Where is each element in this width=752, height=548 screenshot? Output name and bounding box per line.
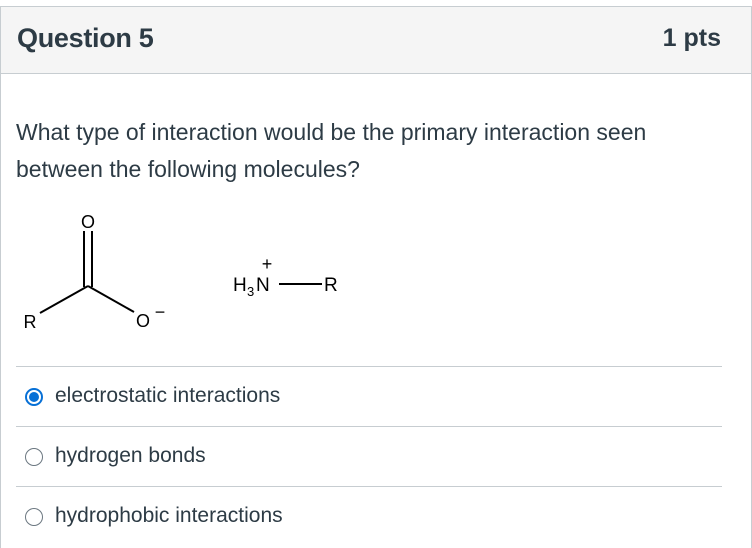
answer-label[interactable]: electrostatic interactions — [55, 384, 280, 408]
question-header: Question 5 1 pts — [1, 7, 751, 74]
oxygen-label: O — [81, 212, 95, 232]
answer-list: electrostatic interactions hydrogen bond… — [16, 366, 722, 546]
nitrogen-label: N — [256, 275, 270, 296]
radio-unselected-icon[interactable] — [25, 508, 43, 526]
negative-charge: − — [155, 302, 166, 322]
answer-option-hydrogen-bonds[interactable]: hydrogen bonds — [16, 426, 722, 486]
carboxylate-molecule: O R O − — [24, 212, 166, 332]
answer-option-hydrophobic[interactable]: hydrophobic interactions — [16, 486, 722, 546]
answer-label[interactable]: hydrogen bonds — [55, 444, 206, 468]
radio-selected-icon[interactable] — [25, 388, 43, 406]
oxygen-anion-label: O — [136, 311, 150, 331]
question-points: 1 pts — [662, 24, 721, 52]
answer-label[interactable]: hydrophobic interactions — [55, 504, 283, 528]
question-prompt: What type of interaction would be the pr… — [16, 119, 647, 182]
question-title: Question 5 — [17, 23, 154, 53]
ammonium-molecule: H 3 N + R — [233, 254, 338, 299]
positive-charge: + — [262, 254, 273, 274]
c-r-bond — [39, 285, 89, 314]
hydrogen-label: H — [233, 275, 247, 296]
c-o-bond — [87, 285, 135, 313]
hydrogen-subscript: 3 — [247, 284, 254, 299]
molecule-structures: O R O − H 3 N + R — [24, 212, 338, 332]
answer-option-electrostatic[interactable]: electrostatic interactions — [16, 366, 722, 426]
r-group-label: R — [24, 312, 37, 332]
ammonium-r-label: R — [324, 275, 338, 296]
radio-unselected-icon[interactable] — [25, 448, 43, 466]
